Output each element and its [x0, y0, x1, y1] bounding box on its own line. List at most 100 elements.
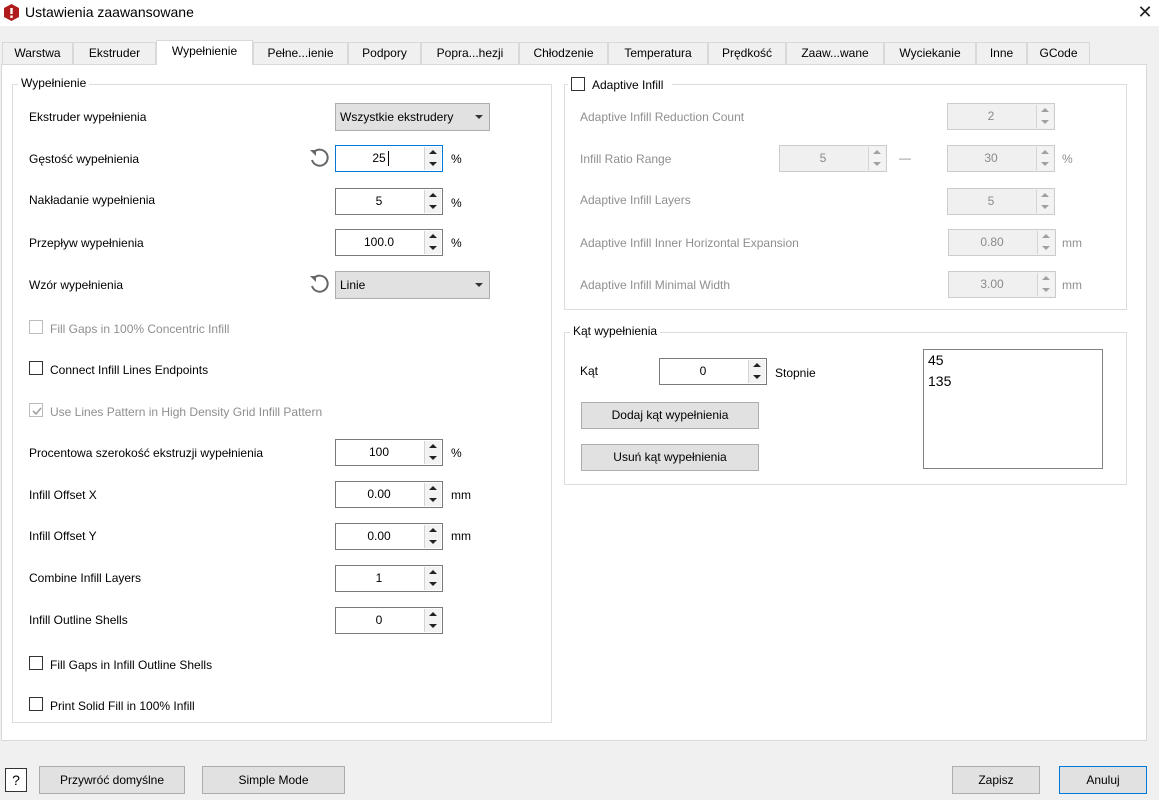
decrement-button[interactable]	[749, 371, 765, 383]
chevron-down-icon	[475, 283, 483, 287]
inner-expansion-spinbox[interactable]: 0.80	[948, 229, 1056, 256]
min-width-spinbox[interactable]: 3.00	[948, 271, 1056, 298]
tab-predkosc[interactable]: Prędkość	[708, 42, 786, 64]
adaptive-infill-checkbox[interactable]	[571, 77, 585, 91]
tab-wyciekanie[interactable]: Wyciekanie	[884, 42, 976, 64]
offset-x-label: Infill Offset X	[29, 488, 97, 502]
min-width-value: 3.00	[980, 277, 1004, 291]
outline-shells-label: Infill Outline Shells	[29, 613, 128, 627]
tab-wypelnienie[interactable]: Wypełnienie	[156, 40, 253, 65]
outline-shells-spinbox[interactable]: 0	[335, 607, 443, 634]
infill-density-value: 25	[372, 151, 386, 165]
infill-overlap-value: 5	[375, 194, 383, 208]
infill-extruder-value: Wszystkie ekstrudery	[340, 110, 454, 124]
ratio-min-value: 5	[819, 151, 827, 165]
decrement-button[interactable]	[425, 494, 441, 506]
tab-ekstruder[interactable]: Ekstruder	[73, 42, 156, 64]
adaptive-layers-spinbox[interactable]: 5	[947, 188, 1055, 215]
infill-group	[12, 84, 552, 723]
use-lines-pattern-label: Use Lines Pattern in High Density Grid I…	[50, 405, 323, 419]
tab-chlodzenie[interactable]: Chłodzenie	[519, 42, 608, 64]
chevron-down-icon	[475, 115, 483, 119]
connect-endpoints-label: Connect Infill Lines Endpoints	[50, 363, 209, 377]
decrement-button[interactable]	[425, 452, 441, 464]
infill-pattern-select[interactable]: Linie	[335, 271, 490, 299]
infill-flow-spinbox[interactable]: 100.0	[335, 229, 443, 256]
add-angle-button[interactable]: Dodaj kąt wypełnienia	[581, 402, 759, 429]
tab-podpory[interactable]: Podpory	[348, 42, 421, 64]
infill-density-unit: %	[451, 152, 462, 166]
ratio-range-label: Infill Ratio Range	[580, 152, 672, 166]
fill-gaps-outline-checkbox[interactable]	[29, 656, 43, 670]
ratio-range-unit: %	[1062, 152, 1073, 166]
adaptive-layers-value: 5	[987, 194, 995, 208]
decrement-button[interactable]	[1037, 116, 1053, 128]
close-icon[interactable]: ✕	[1133, 1, 1157, 23]
print-solid-fill-checkbox[interactable]	[29, 697, 43, 711]
angle-spinbox[interactable]: 0	[659, 358, 767, 385]
reset-icon[interactable]	[308, 273, 330, 295]
help-button[interactable]: ?	[5, 768, 27, 792]
decrement-button[interactable]	[1037, 158, 1053, 170]
reduction-count-spinbox[interactable]: 2	[947, 103, 1055, 130]
decrement-button[interactable]	[425, 242, 441, 254]
decrement-button[interactable]	[425, 158, 441, 170]
combine-layers-value: 1	[375, 571, 383, 585]
tab-warstwa[interactable]: Warstwa	[2, 42, 73, 64]
use-lines-pattern-checkbox[interactable]	[29, 403, 43, 417]
tab-pelne-wypelnienie[interactable]: Pełne...ienie	[253, 42, 348, 64]
tab-poprawa-adhezji[interactable]: Popra...hezji	[421, 42, 519, 64]
decrement-button[interactable]	[869, 158, 885, 170]
extrusion-width-spinbox[interactable]: 100	[335, 439, 443, 466]
remove-angle-button[interactable]: Usuń kąt wypełnienia	[581, 444, 759, 471]
reduction-count-value: 2	[987, 109, 995, 123]
tab-gcode[interactable]: GCode	[1027, 42, 1090, 64]
decrement-button[interactable]	[1038, 284, 1054, 296]
offset-y-value: 0.00	[367, 529, 391, 543]
decrement-button[interactable]	[1037, 201, 1053, 213]
infill-overlap-spinbox[interactable]: 5	[335, 188, 443, 215]
decrement-button[interactable]	[425, 578, 441, 590]
list-item[interactable]: 135	[924, 371, 1102, 392]
extrusion-width-label: Procentowa szerokość ekstruzji wypełnien…	[29, 446, 264, 460]
connect-endpoints-checkbox[interactable]	[29, 361, 43, 375]
infill-angle-title: Kąt wypełnienia	[570, 324, 661, 338]
save-button[interactable]: Zapisz	[952, 766, 1040, 794]
infill-flow-unit: %	[451, 236, 462, 250]
infill-extruder-select[interactable]: Wszystkie ekstrudery	[335, 103, 490, 131]
tab-zaawansowane[interactable]: Zaaw...wane	[786, 42, 884, 64]
angle-unit: Stopnie	[775, 366, 816, 380]
min-width-label: Adaptive Infill Minimal Width	[580, 278, 731, 292]
fill-gaps-outline-label: Fill Gaps in Infill Outline Shells	[50, 658, 213, 672]
reset-icon[interactable]	[308, 147, 330, 169]
min-width-unit: mm	[1062, 278, 1082, 292]
angle-label: Kąt	[580, 364, 599, 378]
cancel-button[interactable]: Anuluj	[1059, 766, 1147, 794]
checkmark-icon	[32, 407, 42, 416]
decrement-button[interactable]	[1038, 242, 1054, 254]
infill-density-label: Gęstość wypełnienia	[29, 152, 140, 166]
offset-x-spinbox[interactable]: 0.00	[335, 481, 443, 508]
angle-list[interactable]: 45 135	[923, 349, 1103, 469]
ratio-max-spinbox[interactable]: 30	[947, 145, 1055, 172]
decrement-button[interactable]	[425, 536, 441, 548]
restore-defaults-button[interactable]: Przywróć domyślne	[39, 766, 185, 794]
tab-inne[interactable]: Inne	[976, 42, 1027, 64]
window-title: Ustawienia zaawansowane	[25, 4, 194, 20]
infill-density-spinbox[interactable]: 25	[335, 145, 443, 172]
adaptive-layers-label: Adaptive Infill Layers	[580, 193, 691, 207]
infill-flow-label: Przepływ wypełnienia	[29, 236, 144, 250]
decrement-button[interactable]	[425, 201, 441, 213]
inner-expansion-label: Adaptive Infill Inner Horizontal Expansi…	[580, 236, 799, 250]
adaptive-infill-title: Adaptive Infill	[592, 78, 664, 92]
offset-y-spinbox[interactable]: 0.00	[335, 523, 443, 550]
fill-gaps-concentric-checkbox[interactable]	[29, 320, 43, 334]
combine-layers-spinbox[interactable]: 1	[335, 565, 443, 592]
infill-pattern-value: Linie	[340, 278, 366, 292]
simple-mode-button[interactable]: Simple Mode	[202, 766, 345, 794]
decrement-button[interactable]	[425, 620, 441, 632]
tab-temperatura[interactable]: Temperatura	[608, 42, 708, 64]
list-item[interactable]: 45	[924, 350, 1102, 371]
infill-overlap-label: Nakładanie wypełnienia	[29, 193, 156, 207]
ratio-min-spinbox[interactable]: 5	[779, 145, 887, 172]
